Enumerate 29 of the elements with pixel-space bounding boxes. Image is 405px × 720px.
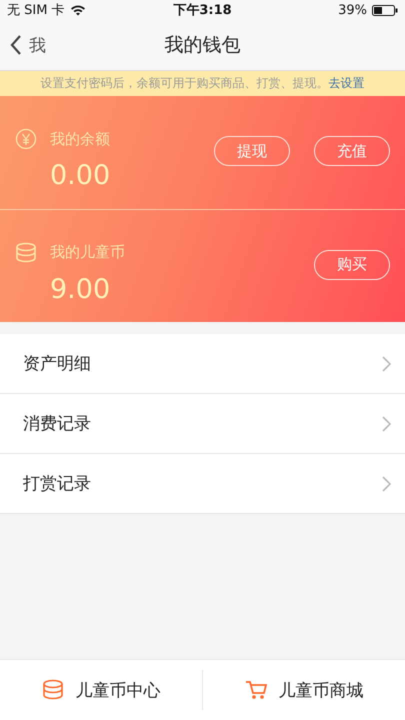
wifi-icon <box>70 4 86 16</box>
cart-icon <box>244 679 266 701</box>
account-amount: 9.00 <box>50 274 112 304</box>
carrier-label: 无 SIM 卡 <box>7 2 65 19</box>
page-title: 我的钱包 <box>164 33 240 58</box>
battery-percent: 39% <box>338 2 367 18</box>
account-label: 我的儿童币 <box>50 243 125 262</box>
menu-label: 打赏记录 <box>23 473 91 495</box>
menu-item[interactable]: 打赏记录 <box>0 454 405 514</box>
chevron-right-icon <box>382 476 391 492</box>
bottom-tab[interactable]: 儿童币商城 <box>202 670 405 710</box>
chevron-left-icon <box>10 35 21 55</box>
notice-text: 设置支付密码后，余额可用于购买商品、打赏、提现。 <box>40 75 328 92</box>
clock-time: 下午3:18 <box>173 2 232 19</box>
chevron-right-icon <box>382 416 391 432</box>
menu-item[interactable]: 消费记录 <box>0 394 405 454</box>
yuan-icon <box>15 128 37 150</box>
account-amount: 0.00 <box>50 160 110 191</box>
menu-label: 消费记录 <box>23 413 91 435</box>
bottom-tab[interactable]: 儿童币中心 <box>0 660 202 720</box>
coins-icon <box>15 242 37 264</box>
account-label: 我的余额 <box>50 130 110 148</box>
battery-icon <box>372 4 398 16</box>
setup-link[interactable]: 去设置 <box>328 75 364 92</box>
chevron-right-icon <box>382 356 391 372</box>
menu-item[interactable]: 资产明细 <box>0 334 405 394</box>
menu-label: 资产明细 <box>23 353 91 375</box>
back-button[interactable]: 我 <box>0 34 56 56</box>
coins-icon <box>42 679 64 701</box>
